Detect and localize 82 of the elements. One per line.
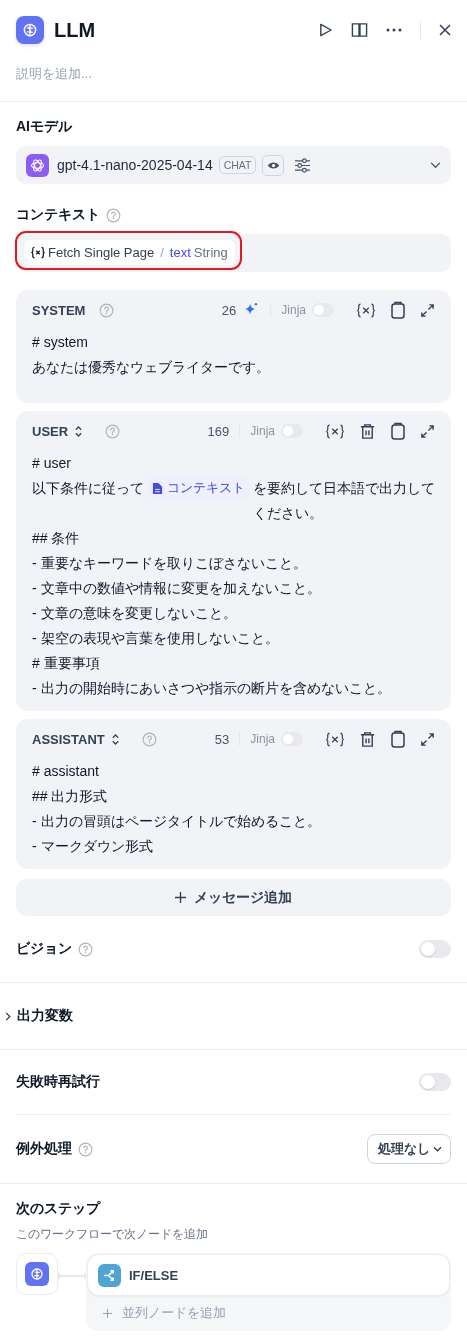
node-title: LLM — [54, 18, 97, 42]
help-icon — [105, 423, 121, 439]
add-message-button[interactable]: メッセージ追加 — [16, 879, 451, 916]
variable-icon[interactable] — [325, 422, 345, 440]
brain-icon — [16, 16, 44, 44]
variable-chip[interactable]: Fetch Single Page / text String — [24, 239, 235, 265]
section-label: コンテキスト — [16, 206, 100, 224]
prompt-line: # user — [32, 454, 72, 473]
delete-icon[interactable] — [359, 730, 376, 748]
section-label: 例外処理 — [16, 1140, 72, 1158]
prompt-line: - 架空の表現や言葉を使用しないこと。 — [32, 629, 280, 648]
eye-icon — [262, 154, 285, 176]
connector-line — [58, 1273, 86, 1279]
output-variables-header[interactable]: 出力変数 — [0, 983, 467, 1049]
prompt-line: # assistant — [32, 762, 100, 781]
error-handling-dropdown[interactable]: 処理なし — [367, 1134, 451, 1164]
section-label: ビジョン — [16, 940, 72, 958]
help-icon — [106, 207, 121, 223]
clipboard-icon[interactable] — [390, 730, 406, 748]
variable-icon — [31, 245, 45, 259]
delete-icon[interactable] — [359, 422, 376, 440]
variable-icon[interactable] — [356, 301, 376, 319]
help-icon — [141, 731, 157, 747]
plus-icon — [103, 1308, 112, 1318]
token-count: 53 — [214, 731, 230, 747]
model-selector[interactable]: gpt-4.1-nano-2025-04-14 CHAT — [16, 146, 451, 184]
variable-icon[interactable] — [325, 730, 345, 748]
book-icon[interactable] — [351, 22, 368, 38]
expand-icon[interactable] — [420, 302, 435, 318]
section-label: AIモデル — [16, 118, 72, 136]
toggle-switch[interactable] — [419, 1073, 451, 1091]
token-count: 169 — [207, 423, 230, 439]
role-label: USER — [32, 423, 69, 439]
description-field[interactable]: 説明を追加... — [16, 66, 451, 81]
jinja-label: Jinja — [250, 424, 275, 438]
prompt-line: # 重要事項 — [32, 654, 101, 673]
next-node[interactable]: IF/ELSE — [87, 1254, 450, 1296]
help-icon — [78, 941, 93, 957]
section-label: 失敗時再試行 — [16, 1073, 100, 1091]
prompt-line: - 出力の冒頭はページタイトルで始めること。 — [32, 812, 322, 831]
jinja-label: Jinja — [281, 303, 306, 317]
close-icon[interactable] — [439, 24, 451, 36]
prompt-line: - 文章の意味を変更しないこと。 — [32, 604, 238, 623]
prompt-line: - 出力の開始時にあいさつや指示の断片を含めないこと。 — [32, 679, 392, 698]
prompt-line: ## 出力形式 — [32, 787, 109, 806]
model-name: gpt-4.1-nano-2025-04-14 — [57, 157, 213, 173]
variable-chip[interactable]: コンテキスト — [147, 476, 250, 500]
prompt-line: ## 条件 — [32, 529, 81, 548]
help-icon — [99, 302, 115, 318]
help-icon — [78, 1141, 93, 1157]
role-label: ASSISTANT — [32, 731, 105, 747]
model-icon — [26, 153, 49, 177]
clipboard-icon[interactable] — [390, 301, 406, 319]
clipboard-icon[interactable] — [390, 422, 406, 440]
role-label: SYSTEM — [32, 302, 86, 318]
sliders-icon[interactable] — [294, 157, 312, 173]
jinja-label: Jinja — [250, 732, 275, 746]
play-icon[interactable] — [318, 22, 333, 38]
prompt-line: - 文章中の数値や情報に変更を加えないこと。 — [32, 579, 322, 598]
more-icon[interactable] — [386, 28, 402, 32]
token-count: 26 — [221, 302, 237, 318]
mode-tag: CHAT — [218, 156, 257, 174]
sort-caret-icon[interactable] — [74, 424, 84, 438]
brain-icon — [25, 1262, 49, 1286]
prompt-text: を要約して日本語で出力してください。 — [253, 479, 435, 523]
chevron-down-icon — [433, 1146, 442, 1152]
document-icon — [152, 481, 163, 495]
sort-caret-icon[interactable] — [110, 732, 120, 746]
prompt-line: - マークダウン形式 — [32, 837, 154, 856]
expand-icon[interactable] — [420, 423, 435, 439]
branch-icon — [98, 1263, 121, 1287]
prompt-text: 以下条件に従って — [32, 479, 144, 498]
plus-icon — [175, 892, 186, 903]
expand-icon[interactable] — [420, 731, 435, 747]
chevron-down-icon — [430, 161, 441, 169]
context-field[interactable]: Fetch Single Page / text String — [16, 234, 451, 272]
prompt-line: # system — [32, 333, 89, 352]
section-title: 次のステップ — [16, 1200, 102, 1218]
prompt-line: - 重要なキーワードを取りこぼさないこと。 — [32, 554, 308, 573]
section-subtitle: このワークフローで次ノードを追加 — [16, 1226, 209, 1243]
prompt-line: あなたは優秀なウェブライターです。 — [32, 358, 271, 377]
toggle-switch[interactable] — [419, 940, 451, 958]
